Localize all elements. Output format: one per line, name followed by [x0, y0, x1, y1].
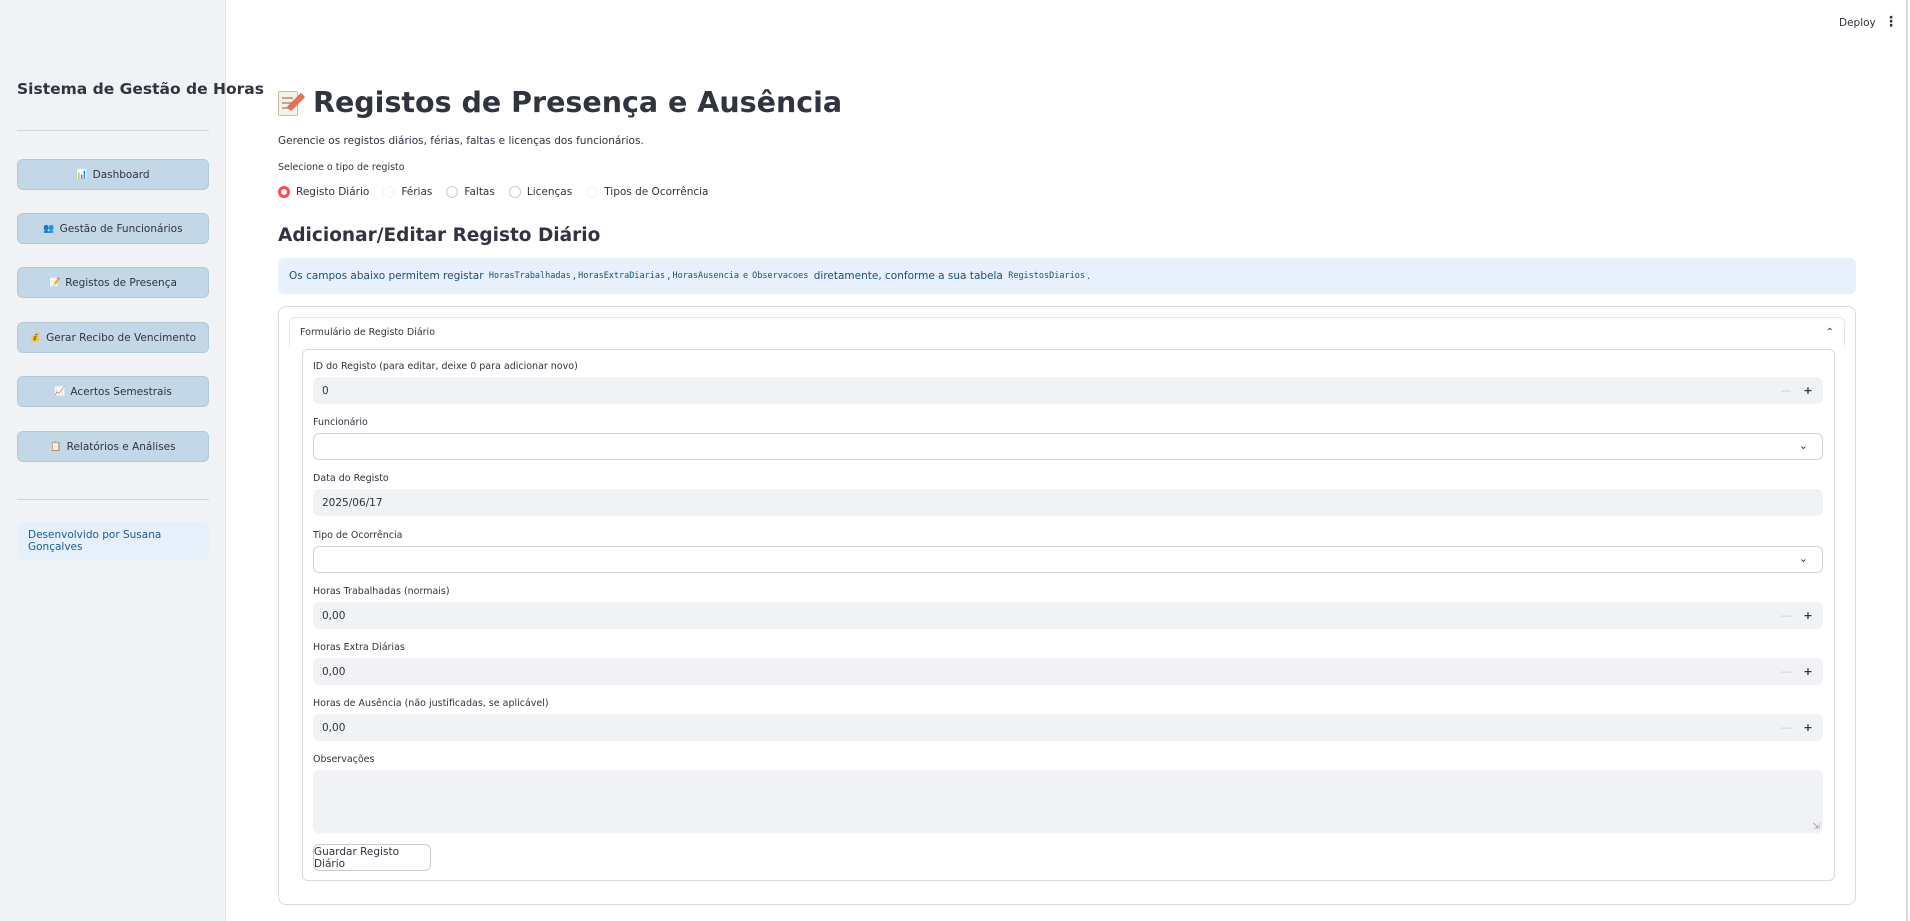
nav-recibo-button[interactable]: 💰 Gerar Recibo de Vencimento — [17, 322, 209, 353]
horas-trabalhadas-value: 0,00 — [322, 609, 346, 622]
radio-tipos-ocorrencia[interactable]: Tipos de Ocorrência — [586, 186, 708, 198]
radio-registo-diario[interactable]: Registo Diário — [278, 186, 369, 198]
horas-ausencia-label: Horas de Ausência (não justificadas, se … — [313, 698, 549, 709]
funcionario-label: Funcionário — [313, 417, 368, 428]
plus-icon[interactable]: + — [1797, 658, 1819, 685]
horas-extra-value: 0,00 — [322, 665, 346, 678]
radio-label: Férias — [401, 186, 433, 198]
section-title: Adicionar/Editar Registo Diário — [278, 225, 601, 246]
radio-empty-icon — [586, 186, 599, 198]
observacoes-label: Observações — [313, 754, 375, 765]
chart-up-icon: 📈 — [54, 386, 66, 397]
clipboard-icon: 📋 — [50, 441, 62, 452]
info-code: e — [742, 271, 749, 281]
resize-handle-icon[interactable]: ⇲ — [1812, 822, 1820, 832]
info-code: HorasTrabalhadas — [488, 271, 571, 281]
nav-registos-button[interactable]: 📝 Registos de Presença — [17, 267, 209, 298]
people-icon: 👥 — [43, 223, 55, 234]
date-value: 2025/06/17 — [322, 496, 383, 509]
nav-dashboard-button[interactable]: 📊 Dashboard — [17, 159, 209, 190]
plus-icon[interactable]: + — [1797, 377, 1819, 404]
radio-group-label: Selecione o tipo de registo — [278, 162, 405, 173]
nav-label: Gestão de Funcionários — [59, 222, 183, 235]
date-label: Data do Registo — [313, 473, 389, 484]
form-expander-header[interactable]: Formulário de Registo Diário ⌃ — [289, 317, 1845, 347]
minus-icon[interactable]: — — [1775, 658, 1797, 685]
ocorrencia-label: Tipo de Ocorrência — [313, 530, 403, 541]
minus-icon[interactable]: — — [1775, 377, 1797, 404]
horas-ausencia-input[interactable]: 0,00 — + — [313, 714, 1823, 741]
info-code: HorasExtraDiarias — [578, 271, 666, 281]
radio-faltas[interactable]: Faltas — [446, 186, 495, 198]
radio-label: Licenças — [526, 186, 573, 198]
radio-licencas[interactable]: Licenças — [508, 186, 573, 198]
scrollbar[interactable] — [1906, 0, 1908, 921]
radio-empty-icon — [446, 186, 459, 198]
memo-icon — [278, 89, 306, 116]
form-card: Formulário de Registo Diário ⌃ ID do Reg… — [278, 306, 1856, 905]
id-label: ID do Registo (para editar, deixe 0 para… — [313, 361, 578, 372]
horas-extra-label: Horas Extra Diárias — [313, 642, 405, 653]
horas-extra-input[interactable]: 0,00 — + — [313, 658, 1823, 685]
sidebar: Sistema de Gestão de Horas 📊 Dashboard 👥… — [0, 0, 264, 921]
info-code: HorasAusencia — [672, 271, 739, 281]
minus-icon[interactable]: — — [1775, 714, 1797, 741]
chevron-down-icon: ⌄ — [1798, 552, 1808, 565]
radio-label: Tipos de Ocorrência — [604, 186, 709, 198]
nav-label: Dashboard — [92, 168, 150, 181]
horas-trabalhadas-input[interactable]: 0,00 — + — [313, 602, 1823, 629]
info-text: diretamente, conforme a sua tabela — [813, 270, 1003, 282]
record-type-radio-group: Registo Diário Férias Faltas Licenças Ti… — [278, 186, 722, 198]
info-alert: Os campos abaixo permitem registar Horas… — [278, 258, 1856, 294]
page-title: Registos de Presença e Ausência — [278, 86, 842, 119]
daily-record-form: ID do Registo (para editar, deixe 0 para… — [302, 349, 1835, 881]
id-number-input[interactable]: 0 — + — [313, 377, 1823, 404]
nav-funcionarios-button[interactable]: 👥 Gestão de Funcionários — [17, 213, 209, 244]
chevron-down-icon: ⌄ — [1798, 439, 1808, 452]
radio-selected-icon — [278, 186, 290, 198]
main-menu-icon[interactable]: ⋮ — [1884, 14, 1898, 30]
info-code: RegistosDiarios — [1008, 271, 1085, 281]
expander-title: Formulário de Registo Diário — [300, 327, 436, 338]
sidebar-title: Sistema de Gestão de Horas — [17, 80, 264, 98]
money-bag-icon: 💰 — [29, 332, 42, 343]
info-code: Observacoes — [752, 271, 809, 281]
observacoes-textarea[interactable]: ⇲ — [313, 770, 1823, 833]
credit-box: Desenvolvido por Susana Gonçalves — [17, 522, 209, 560]
sidebar-divider — [17, 130, 209, 131]
info-text: Os campos abaixo permitem registar — [289, 270, 484, 282]
plus-icon[interactable]: + — [1797, 602, 1819, 629]
sidebar-divider — [17, 499, 209, 500]
radio-label: Faltas — [464, 186, 495, 198]
minus-icon[interactable]: — — [1775, 602, 1797, 629]
id-value: 0 — [322, 384, 329, 397]
nav-label: Relatórios e Análises — [66, 440, 176, 453]
bar-chart-icon: 📊 — [76, 169, 88, 180]
funcionario-select[interactable]: ⌄ — [313, 433, 1823, 460]
horas-trabalhadas-label: Horas Trabalhadas (normais) — [313, 586, 450, 597]
radio-empty-icon — [508, 186, 521, 198]
page-description: Gerencie os registos diários, férias, fa… — [278, 135, 644, 147]
ocorrencia-select[interactable]: ⌄ — [313, 546, 1823, 573]
date-input[interactable]: 2025/06/17 — [313, 489, 1823, 516]
page-title-text: Registos de Presença e Ausência — [313, 86, 843, 119]
radio-label: Registo Diário — [296, 186, 370, 198]
nav-label: Acertos Semestrais — [70, 385, 172, 398]
nav-relatorios-button[interactable]: 📋 Relatórios e Análises — [17, 431, 209, 462]
radio-empty-icon — [383, 186, 396, 198]
nav-acertos-button[interactable]: 📈 Acertos Semestrais — [17, 376, 209, 407]
radio-ferias[interactable]: Férias — [383, 186, 432, 198]
save-daily-record-button[interactable]: Guardar Registo Diário — [313, 844, 431, 871]
chevron-up-icon: ⌃ — [1825, 327, 1834, 338]
deploy-button[interactable]: Deploy — [1839, 17, 1876, 29]
horas-ausencia-value: 0,00 — [322, 721, 346, 734]
nav-label: Registos de Presença — [65, 276, 177, 289]
nav-label: Gerar Recibo de Vencimento — [46, 331, 197, 344]
plus-icon[interactable]: + — [1797, 714, 1819, 741]
memo-icon: 📝 — [49, 277, 61, 288]
